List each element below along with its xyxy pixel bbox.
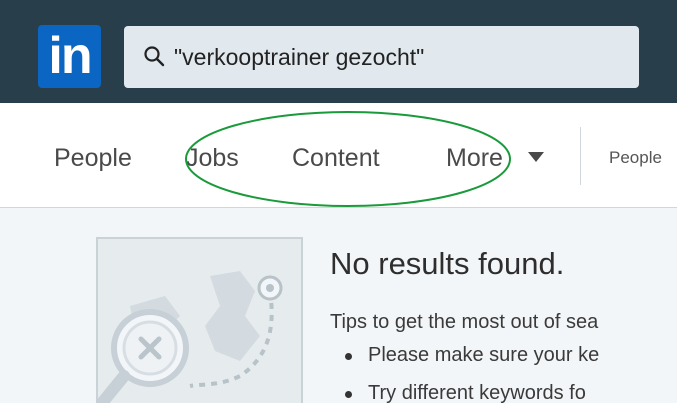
- nav-divider: [580, 127, 581, 185]
- no-results-illustration: [96, 237, 303, 403]
- no-results-heading: No results found.: [330, 246, 565, 281]
- tip-item: Please make sure your ke: [344, 344, 600, 366]
- filter-people-button[interactable]: People: [609, 103, 662, 207]
- tab-jobs[interactable]: Jobs: [186, 103, 239, 207]
- tip-item: Try different keywords fo: [345, 382, 586, 404]
- search-input-value[interactable]: "verkooptrainer gezocht": [174, 26, 424, 88]
- tab-more[interactable]: More: [446, 103, 503, 207]
- tab-people[interactable]: People: [54, 103, 132, 207]
- tips-intro: Tips to get the most out of sea: [330, 311, 599, 333]
- results-area: No results found. Tips to get the most o…: [0, 208, 677, 404]
- tab-content[interactable]: Content: [292, 103, 380, 207]
- top-navigation-bar: in "verkooptrainer gezocht": [0, 0, 677, 103]
- caret-down-icon[interactable]: [528, 152, 544, 162]
- search-box[interactable]: "verkooptrainer gezocht": [124, 26, 639, 88]
- linkedin-logo[interactable]: in: [38, 25, 101, 88]
- search-filter-bar: People Jobs Content More People: [0, 103, 677, 208]
- search-icon: [144, 46, 165, 67]
